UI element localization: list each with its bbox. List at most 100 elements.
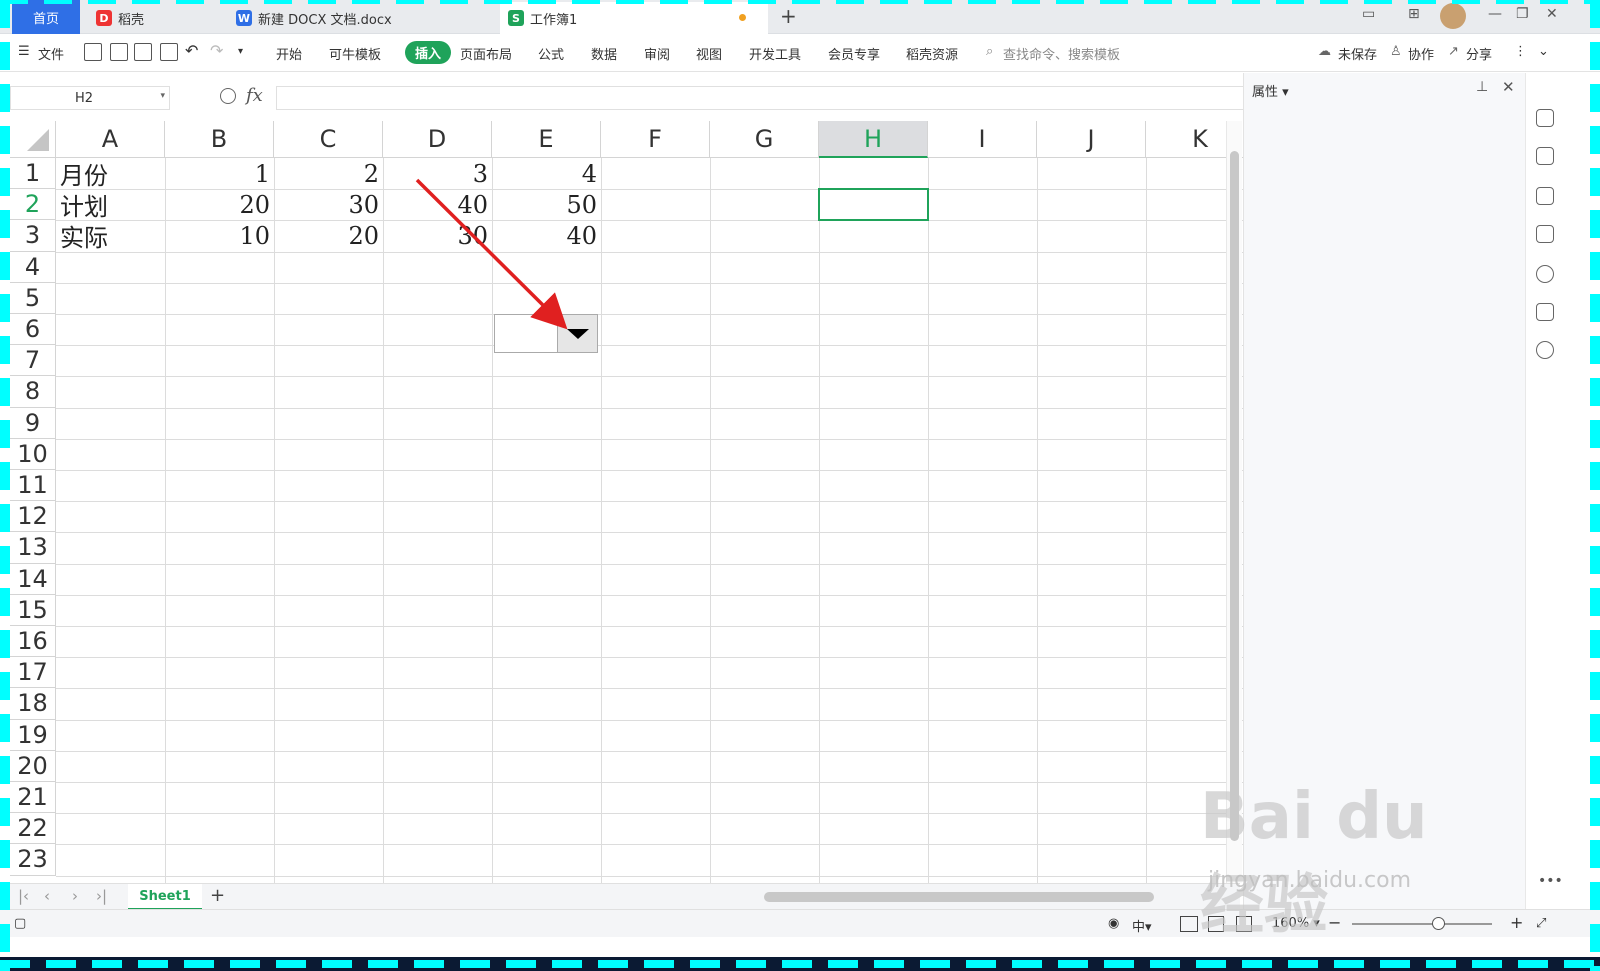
row-header-1[interactable]: 1 bbox=[10, 158, 56, 190]
tab-member[interactable]: 会员专享 bbox=[828, 44, 880, 63]
tab-view[interactable]: 视图 bbox=[696, 44, 722, 63]
row-header-12[interactable]: 12 bbox=[10, 501, 56, 533]
row-header-6[interactable]: 6 bbox=[10, 314, 56, 346]
next-sheet-icon[interactable]: › bbox=[72, 887, 78, 905]
first-sheet-icon[interactable]: |‹ bbox=[18, 887, 29, 905]
cell-a3[interactable]: 实际 bbox=[56, 220, 165, 252]
column-header-f[interactable]: F bbox=[601, 121, 710, 158]
row-header-5[interactable]: 5 bbox=[10, 282, 56, 314]
command-search-input[interactable]: 查找命令、搜索模板 bbox=[1003, 44, 1120, 63]
print-icon[interactable] bbox=[134, 43, 152, 61]
vertical-scroll-thumb[interactable] bbox=[1230, 151, 1239, 841]
row-header-10[interactable]: 10 bbox=[10, 438, 56, 470]
row-header-4[interactable]: 4 bbox=[10, 251, 56, 283]
row-header-14[interactable]: 14 bbox=[10, 563, 56, 595]
column-header-j[interactable]: J bbox=[1037, 121, 1146, 158]
tab-data[interactable]: 数据 bbox=[591, 44, 617, 63]
tab-daoke[interactable]: D 稻壳 bbox=[88, 2, 218, 34]
row-header-7[interactable]: 7 bbox=[10, 345, 56, 377]
restore-icon[interactable]: ❐ bbox=[1516, 6, 1529, 22]
tab-workbook[interactable]: S 工作簿1 bbox=[500, 2, 768, 34]
quick-access-dropdown-icon[interactable]: ▾ bbox=[238, 46, 243, 57]
zoom-slider-knob[interactable] bbox=[1432, 917, 1445, 930]
combo-dropdown-button[interactable] bbox=[557, 315, 597, 352]
lightning-icon[interactable] bbox=[1536, 341, 1554, 359]
collapse-ribbon-icon[interactable]: ⌄ bbox=[1538, 44, 1549, 59]
normal-view-icon[interactable] bbox=[1180, 916, 1198, 932]
minimize-icon[interactable]: — bbox=[1488, 6, 1502, 22]
name-box-dropdown-icon[interactable]: ▾ bbox=[160, 91, 165, 101]
row-header-13[interactable]: 13 bbox=[10, 532, 56, 564]
cell-c1[interactable]: 2 bbox=[274, 158, 383, 189]
cell-d1[interactable]: 3 bbox=[383, 158, 492, 189]
row-header-19[interactable]: 19 bbox=[10, 719, 56, 751]
row-header-21[interactable]: 21 bbox=[10, 782, 56, 814]
unsaved-status[interactable]: 未保存 bbox=[1338, 44, 1377, 63]
pin-icon[interactable]: ⊥ bbox=[1476, 79, 1488, 95]
row-header-9[interactable]: 9 bbox=[10, 407, 56, 439]
transform-icon[interactable] bbox=[1536, 225, 1554, 243]
multiwindow-icon[interactable]: ▭ bbox=[1362, 6, 1375, 22]
cell-c3[interactable]: 20 bbox=[274, 220, 383, 251]
vertical-scrollbar[interactable] bbox=[1226, 121, 1242, 883]
column-header-i[interactable]: I bbox=[928, 121, 1037, 158]
file-menu[interactable]: 文件 bbox=[38, 44, 64, 63]
cell-b3[interactable]: 10 bbox=[165, 220, 274, 251]
row-header-15[interactable]: 15 bbox=[10, 594, 56, 626]
cell-d3[interactable]: 30 bbox=[383, 220, 492, 251]
image-tool-icon[interactable] bbox=[1536, 303, 1554, 321]
cell-c2[interactable]: 30 bbox=[274, 189, 383, 220]
input-method-icon[interactable]: 中▾ bbox=[1132, 916, 1152, 935]
fullscreen-icon[interactable]: ⤢ bbox=[1536, 916, 1546, 931]
zoom-slider[interactable] bbox=[1352, 917, 1492, 930]
sheet-tab-sheet1[interactable]: Sheet1 bbox=[128, 884, 202, 910]
row-header-2[interactable]: 2 bbox=[10, 189, 56, 221]
share-button[interactable]: 分享 bbox=[1466, 44, 1492, 63]
close-window-icon[interactable]: ✕ bbox=[1546, 6, 1558, 22]
close-panel-icon[interactable]: ✕ bbox=[1502, 78, 1515, 96]
cell-b1[interactable]: 1 bbox=[165, 158, 274, 189]
prev-sheet-icon[interactable]: ‹ bbox=[44, 887, 50, 905]
column-header-g[interactable]: G bbox=[710, 121, 819, 158]
cell-e3[interactable]: 40 bbox=[492, 220, 601, 251]
row-header-23[interactable]: 23 bbox=[10, 844, 56, 876]
tab-formula[interactable]: 公式 bbox=[538, 44, 564, 63]
help-icon[interactable] bbox=[1536, 265, 1554, 283]
collab-button[interactable]: 协作 bbox=[1408, 44, 1434, 63]
row-header-8[interactable]: 8 bbox=[10, 376, 56, 408]
avatar[interactable] bbox=[1440, 3, 1466, 29]
horizontal-scroll-thumb[interactable] bbox=[764, 892, 1154, 902]
combo-box-control[interactable] bbox=[494, 314, 598, 353]
cursor-icon[interactable] bbox=[1536, 147, 1554, 165]
formula-input[interactable] bbox=[276, 86, 1270, 110]
tab-home[interactable]: 首页 bbox=[12, 0, 80, 34]
fx-icon[interactable]: fx bbox=[246, 85, 263, 106]
cell-e1[interactable]: 4 bbox=[492, 158, 601, 189]
save-icon[interactable] bbox=[84, 43, 102, 61]
spreadsheet-grid[interactable]: A B C D E F G H I J K 1 2 3 4 5 6 7 8 9 10 11 12 13 14 15 16 17 18 19… bbox=[10, 121, 1250, 883]
tab-page-layout[interactable]: 页面布局 bbox=[460, 44, 512, 63]
tab-doc[interactable]: W 新建 DOCX 文档.docx bbox=[228, 2, 496, 34]
menu-icon[interactable]: ☰ bbox=[18, 44, 30, 59]
select-all-corner[interactable] bbox=[10, 121, 56, 158]
undo-icon[interactable]: ↶ bbox=[185, 41, 198, 60]
cell-a1[interactable]: 月份 bbox=[56, 158, 165, 190]
name-box[interactable]: H2 ▾ bbox=[10, 86, 170, 110]
row-header-22[interactable]: 22 bbox=[10, 813, 56, 845]
eye-protect-icon[interactable]: ◉ bbox=[1108, 916, 1119, 931]
column-header-d[interactable]: D bbox=[383, 121, 492, 158]
tab-start[interactable]: 开始 bbox=[276, 44, 302, 63]
redo-icon[interactable]: ↷ bbox=[210, 41, 223, 60]
tab-resources[interactable]: 稻壳资源 bbox=[906, 44, 958, 63]
row-header-16[interactable]: 16 bbox=[10, 626, 56, 658]
macro-record-icon[interactable]: ▢ bbox=[14, 916, 26, 931]
tab-kaniu-template[interactable]: 可牛模板 bbox=[329, 44, 381, 63]
row-header-20[interactable]: 20 bbox=[10, 750, 56, 782]
cell-b2[interactable]: 20 bbox=[165, 189, 274, 220]
cell-a2[interactable]: 计划 bbox=[56, 189, 165, 221]
new-tab-button[interactable]: + bbox=[780, 4, 797, 28]
column-header-b[interactable]: B bbox=[165, 121, 274, 158]
column-header-c[interactable]: C bbox=[274, 121, 383, 158]
rocket-icon[interactable] bbox=[1536, 109, 1554, 127]
last-sheet-icon[interactable]: ›| bbox=[96, 887, 107, 905]
